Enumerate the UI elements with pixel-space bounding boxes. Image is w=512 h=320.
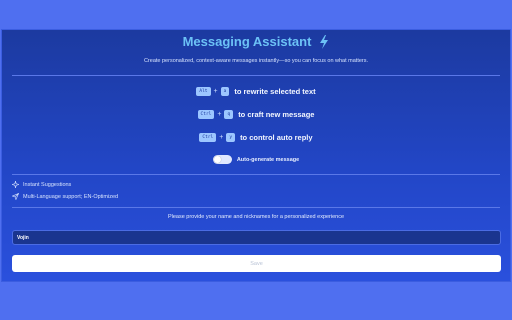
- title-row: Messaging Assistant: [2, 34, 510, 49]
- save-button[interactable]: Save: [12, 255, 501, 272]
- shortcut-auto-reply: Ctrl + y to control auto reply: [2, 133, 510, 142]
- auto-generate-label: Auto-generate message: [236, 156, 300, 163]
- shortcut-label: to rewrite selected text: [234, 87, 316, 96]
- shortcut-rewrite: Alt + a to rewrite selected text: [2, 87, 510, 96]
- shortcut-label: to control auto reply: [240, 133, 313, 142]
- key-ctrl: Ctrl: [199, 133, 217, 142]
- send-icon: [12, 193, 19, 200]
- feature-label: Instant Suggestions: [23, 181, 72, 188]
- key-y: y: [226, 133, 236, 142]
- key-alt: Alt: [196, 87, 211, 96]
- divider-bottom: [12, 207, 500, 208]
- auto-generate-toggle[interactable]: [212, 155, 232, 164]
- shortcut-craft: Ctrl + q to craft new message: [2, 110, 510, 119]
- toggle-knob: [213, 156, 221, 163]
- feature-instant-suggestions: Instant Suggestions: [12, 181, 71, 188]
- name-prompt: Please provide your name and nicknames f…: [167, 214, 345, 220]
- page-title: Messaging Assistant: [182, 34, 312, 49]
- name-input[interactable]: [12, 230, 501, 245]
- plus-sign: +: [213, 88, 218, 95]
- sparkle-icon: [12, 181, 19, 188]
- lightning-bolt-icon: [320, 34, 329, 49]
- divider-middle: [12, 174, 500, 175]
- key-a: a: [220, 87, 230, 96]
- shortcut-label: to craft new message: [238, 110, 315, 119]
- feature-multi-language: Multi-Language support; EN-Optimized: [12, 193, 118, 200]
- plus-sign: +: [219, 134, 224, 141]
- key-q: q: [224, 110, 234, 119]
- auto-generate-row: Auto-generate message: [2, 155, 510, 164]
- feature-label: Multi-Language support; EN-Optimized: [23, 193, 119, 200]
- divider-top: [12, 75, 500, 76]
- plus-sign: +: [217, 111, 222, 118]
- assistant-panel: Messaging Assistant Create personalized,…: [1, 29, 511, 282]
- key-ctrl: Ctrl: [197, 110, 215, 119]
- subtitle: Create personalized, context-aware messa…: [143, 58, 369, 64]
